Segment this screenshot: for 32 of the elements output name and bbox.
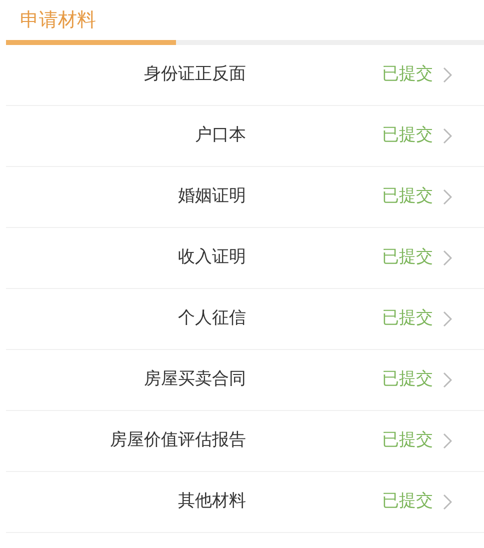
chevron-right-icon bbox=[443, 311, 452, 327]
chevron-right-icon bbox=[443, 128, 452, 144]
chevron-right-icon bbox=[443, 372, 452, 388]
material-name: 收入证明 bbox=[177, 246, 246, 270]
material-name: 房屋买卖合同 bbox=[143, 368, 246, 392]
material-name: 房屋价值评估报告 bbox=[109, 429, 246, 452]
material-row[interactable]: 其他材料 已提交 bbox=[6, 472, 484, 533]
chevron-right-icon bbox=[443, 67, 452, 83]
status-label: 已提交 bbox=[382, 185, 433, 208]
material-row[interactable]: 个人征信 已提交 bbox=[6, 289, 484, 350]
status-label: 已提交 bbox=[382, 490, 433, 514]
material-row[interactable]: 房屋价值评估报告 已提交 bbox=[6, 411, 484, 472]
material-name: 婚姻证明 bbox=[177, 185, 246, 208]
material-name: 个人征信 bbox=[177, 307, 246, 330]
status-label: 已提交 bbox=[382, 307, 433, 330]
chevron-right-icon bbox=[443, 189, 452, 205]
chevron-right-icon bbox=[443, 250, 452, 266]
material-row[interactable]: 户口本 已提交 bbox=[6, 106, 484, 167]
material-name: 身份证正反面 bbox=[143, 63, 246, 86]
material-row[interactable]: 婚姻证明 已提交 bbox=[6, 167, 484, 228]
material-name: 户口本 bbox=[194, 124, 246, 148]
material-row[interactable]: 房屋买卖合同 已提交 bbox=[6, 350, 484, 411]
material-name: 其他材料 bbox=[177, 490, 246, 514]
status-label: 已提交 bbox=[382, 368, 433, 392]
material-row[interactable]: 身份证正反面 已提交 bbox=[6, 45, 484, 106]
material-row[interactable]: 收入证明 已提交 bbox=[6, 228, 484, 289]
chevron-right-icon bbox=[443, 494, 452, 510]
status-label: 已提交 bbox=[382, 63, 433, 86]
chevron-right-icon bbox=[443, 433, 452, 449]
status-label: 已提交 bbox=[382, 429, 433, 452]
status-label: 已提交 bbox=[382, 124, 433, 148]
status-label: 已提交 bbox=[382, 246, 433, 270]
